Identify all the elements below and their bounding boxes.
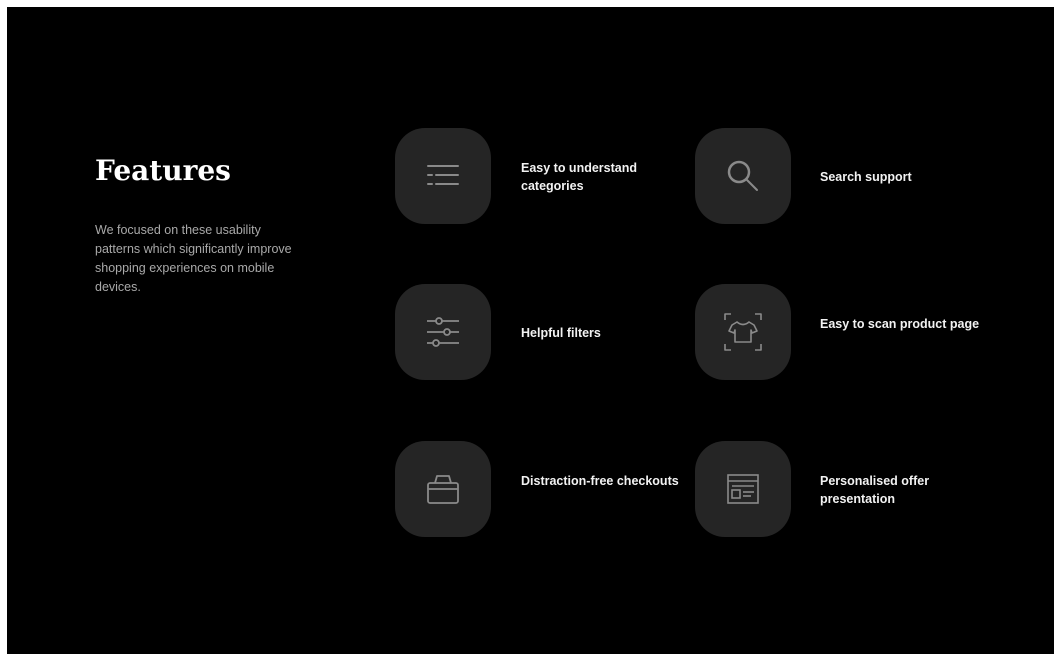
feature-label-filters: Helpful filters <box>521 326 601 340</box>
feature-label-search: Search support <box>820 170 912 184</box>
feature-label-product-page: Easy to scan product page <box>820 317 980 331</box>
search-icon <box>727 160 758 191</box>
feature-tile-categories <box>395 128 491 224</box>
feature-label-checkouts: Distraction-free checkouts <box>521 474 679 488</box>
feature-tile-checkouts <box>395 441 491 537</box>
feature-tile-filters <box>395 284 491 380</box>
feature-tile-search <box>695 128 791 224</box>
section-description: We focused on these usability patterns w… <box>95 223 292 294</box>
feature-label-offer: Personalised offer presentation <box>820 474 930 506</box>
feature-tile-offer <box>695 441 791 537</box>
section-title: Features <box>95 154 231 187</box>
feature-label-categories: Easy to understand categories <box>521 161 637 193</box>
list-categories-icon <box>427 165 459 185</box>
basket-checkout-icon <box>427 475 459 504</box>
features-slide: Features We focused on these usability p… <box>7 7 1054 654</box>
sliders-filter-icon <box>427 317 459 347</box>
shirt-scan-icon <box>724 313 762 351</box>
offer-layout-icon <box>727 474 759 504</box>
feature-tile-product-page <box>695 284 791 380</box>
